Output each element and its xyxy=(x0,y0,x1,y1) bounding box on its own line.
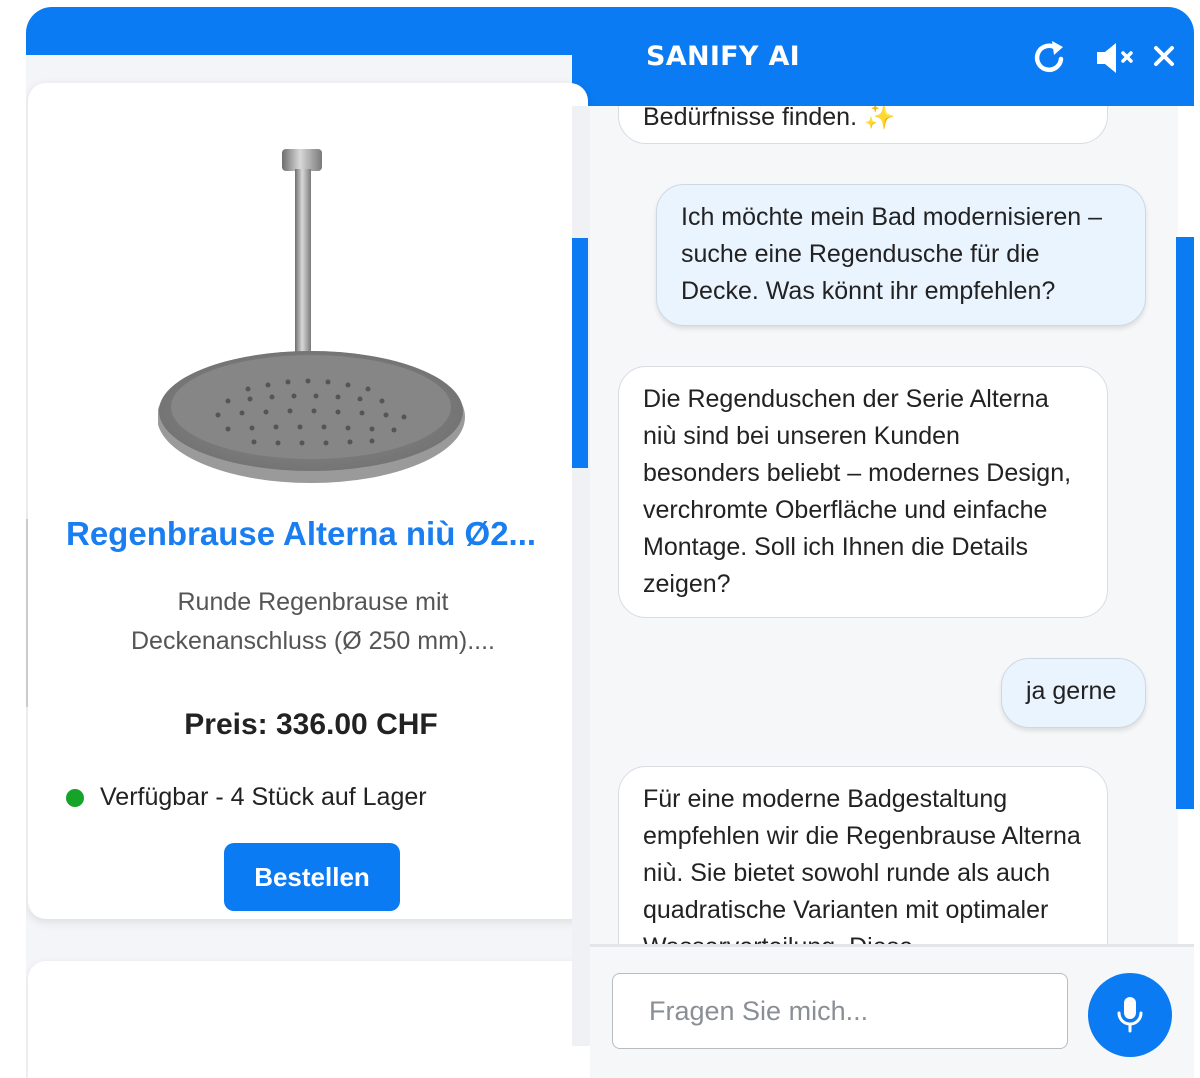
message-text: Die Regenduschen der Serie Alterna niù s… xyxy=(643,385,1072,598)
bot-message: Bedürfnisse finden. ✨ xyxy=(618,106,1108,144)
message-text: Bedürfnisse finden. ✨ xyxy=(643,106,896,131)
bot-message: Für eine moderne Badgestaltung empfehlen… xyxy=(618,766,1108,946)
input-area xyxy=(590,947,1194,1078)
messages-scrollbar[interactable] xyxy=(1176,237,1194,809)
product-price: Preis: 336.00 CHF xyxy=(184,708,438,741)
stock-dot-icon xyxy=(66,788,84,807)
message-text: Für eine moderne Badgestaltung empfehlen… xyxy=(643,785,1081,946)
refresh-icon[interactable] xyxy=(1030,38,1070,78)
chat-panel: Bedürfnisse finden. ✨ Ich möchte mein Ba… xyxy=(572,106,1194,1078)
rain-shower-head-image xyxy=(157,149,468,494)
bot-message: Die Regenduschen der Serie Alterna niù s… xyxy=(618,366,1108,618)
microphone-button[interactable] xyxy=(1088,973,1172,1057)
microphone-icon xyxy=(1117,997,1143,1033)
stock-text: Verfügbar - 4 Stück auf Lager xyxy=(100,783,427,811)
product-panel: Regenbrause Alterna niù Ø2... Runde Rege… xyxy=(26,55,588,1078)
next-product-card xyxy=(28,961,588,1078)
close-icon[interactable] xyxy=(1152,44,1176,68)
order-button[interactable]: Bestellen xyxy=(224,843,400,911)
chat-input[interactable] xyxy=(612,973,1068,1049)
stock-status: Verfügbar - 4 Stück auf Lager xyxy=(66,783,427,812)
chat-title: SANIFY AI xyxy=(646,41,801,72)
product-title[interactable]: Regenbrause Alterna niù Ø2... xyxy=(66,515,566,553)
message-list[interactable]: Bedürfnisse finden. ✨ Ich möchte mein Ba… xyxy=(590,106,1178,946)
product-card: Regenbrause Alterna niù Ø2... Runde Rege… xyxy=(28,83,588,919)
user-message: Ich möchte mein Bad modernisieren – such… xyxy=(656,184,1146,326)
message-text: Ich möchte mein Bad modernisieren – such… xyxy=(681,203,1103,305)
message-text: ja gerne xyxy=(1026,677,1117,705)
panel-scrollbar[interactable] xyxy=(572,238,588,468)
chat-widget: Regenbrause Alterna niù Ø2... Runde Rege… xyxy=(26,7,1194,1078)
mute-speaker-icon[interactable] xyxy=(1094,40,1138,76)
product-description: Runde Regenbrause mit Deckenanschluss (Ø… xyxy=(130,588,495,655)
user-message: ja gerne xyxy=(1001,658,1146,728)
